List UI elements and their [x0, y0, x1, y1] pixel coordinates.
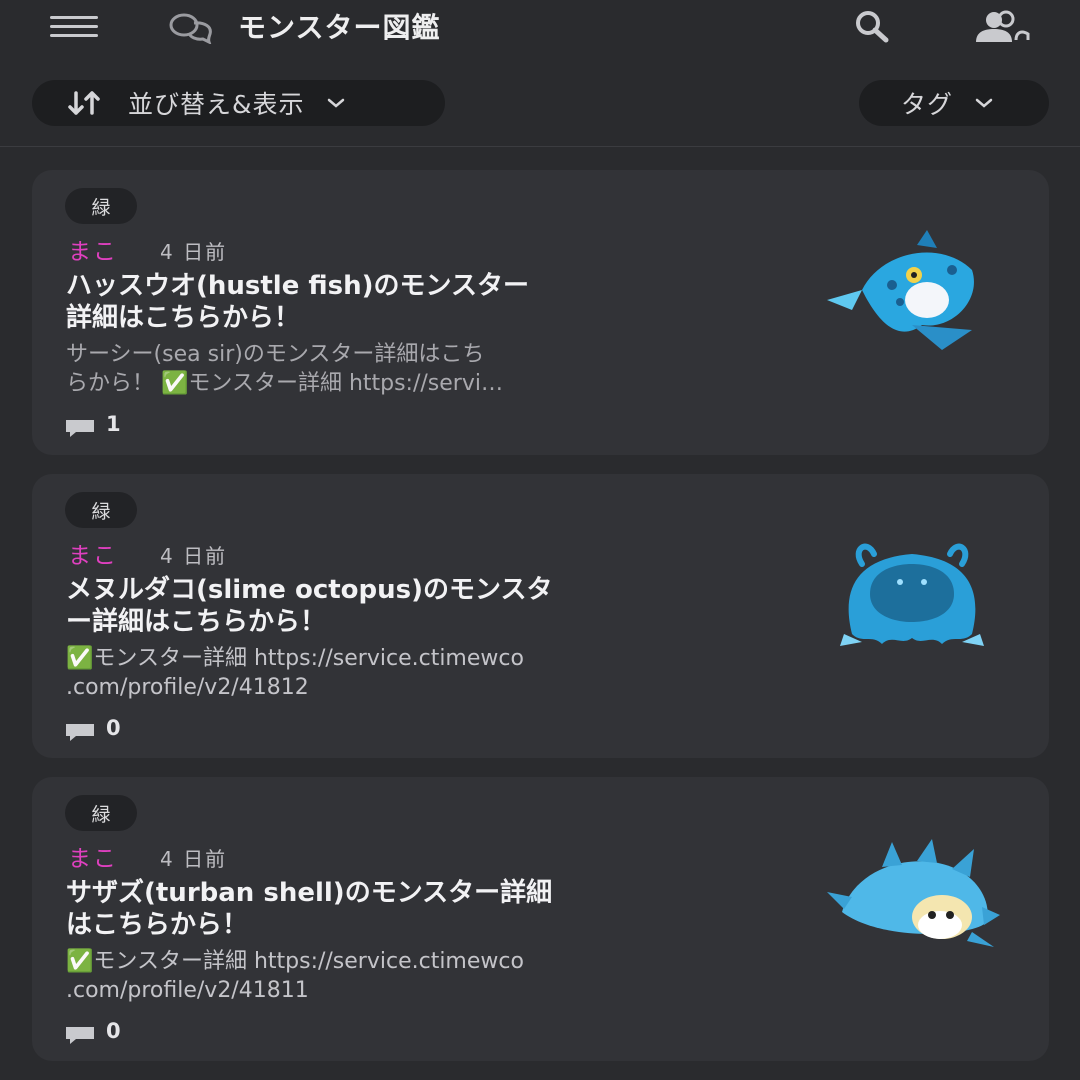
tag-chip[interactable]: 緑	[65, 188, 137, 224]
comment-icon	[66, 724, 94, 741]
post-card[interactable]: 緑 まこ 4 日前 ハッスウオ(hustle fish)のモンスター 詳細はこち…	[32, 170, 1049, 455]
post-time: 4 日前	[160, 240, 228, 264]
users-icon[interactable]	[972, 10, 1030, 44]
chevron-down-icon	[327, 98, 344, 108]
top-bar: モンスター図鑑	[0, 0, 1080, 56]
post-card[interactable]: 緑 まこ 4 日前 メヌルダコ(slime octopus)のモンスタ ー詳細は…	[32, 474, 1049, 758]
author-name[interactable]: まこ	[68, 536, 118, 570]
post-time: 4 日前	[160, 847, 228, 871]
sort-icon	[68, 91, 100, 115]
comment-count: 0	[106, 716, 121, 740]
comment-icon	[66, 1027, 94, 1044]
filter-bar: 並び替え&表示 タグ	[0, 56, 1080, 147]
comment-count: 0	[106, 1019, 121, 1043]
post-time: 4 日前	[160, 544, 228, 568]
comment-icon	[66, 420, 94, 437]
app-title: モンスター図鑑	[238, 11, 441, 44]
sort-display-label: 並び替え&表示	[128, 90, 305, 119]
post-title[interactable]: ハッスウオ(hustle fish)のモンスター 詳細はこちらから！	[66, 270, 786, 334]
author-name[interactable]: まこ	[68, 232, 118, 266]
tag-filter-button[interactable]: タグ	[859, 80, 1049, 126]
blue-fish-monster-thumbnail[interactable]	[822, 230, 1002, 350]
blue-octopus-monster-thumbnail[interactable]	[822, 534, 1002, 654]
spiky-shell-monster-thumbnail[interactable]	[822, 837, 1002, 957]
post-excerpt: ✅モンスター詳細 https://service.ctimewco .com/p…	[66, 646, 524, 700]
chevron-down-icon	[975, 98, 993, 108]
post-card[interactable]: 緑 まこ 4 日前 サザズ(turban shell)のモンスター詳細 はこちら…	[32, 777, 1049, 1061]
post-title[interactable]: サザズ(turban shell)のモンスター詳細 はこちらから！	[66, 877, 786, 941]
author-name[interactable]: まこ	[68, 839, 118, 873]
comment-count: 1	[106, 412, 121, 436]
post-excerpt: ✅モンスター詳細 https://service.ctimewco .com/p…	[66, 949, 524, 1003]
tag-chip[interactable]: 緑	[65, 492, 137, 528]
post-excerpt: サーシー(sea sir)のモンスター詳細はこち らから！ ✅モンスター詳細 h…	[66, 342, 503, 396]
tag-chip[interactable]: 緑	[65, 795, 137, 831]
post-title[interactable]: メヌルダコ(slime octopus)のモンスタ ー詳細はこちらから！	[66, 574, 786, 638]
chat-bubbles-icon	[169, 13, 212, 44]
search-icon[interactable]	[848, 8, 898, 44]
sort-display-button[interactable]: 並び替え&表示	[32, 80, 445, 126]
menu-icon[interactable]	[50, 14, 98, 38]
tag-filter-label: タグ	[901, 90, 954, 119]
